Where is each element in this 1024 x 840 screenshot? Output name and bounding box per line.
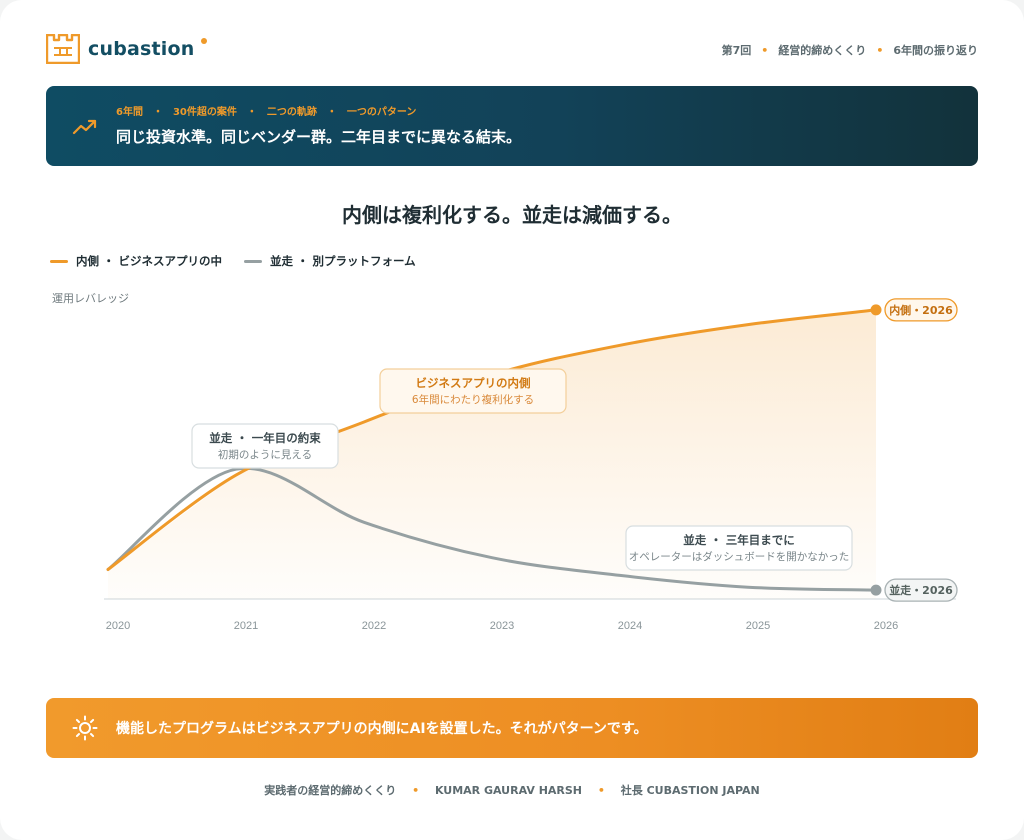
sun-icon xyxy=(72,715,98,741)
footer-separator: • xyxy=(597,784,605,797)
series-end-label-1: 並走・2026 xyxy=(889,583,953,597)
takeaway-callout: 機能したプログラムはビジネスアプリの内側にAIを設置した。それがパターンです。 xyxy=(46,698,978,758)
series-end-label-0: 内側・2026 xyxy=(889,303,953,317)
x-tick-label: 2025 xyxy=(746,620,770,632)
footer-separator: • xyxy=(412,784,420,797)
slide-card: cubastion 第7回 • 経営的締めくくり • 6年間の振り返り 6年間 … xyxy=(0,0,1024,840)
footer-role: 社長 CUBASTION JAPAN xyxy=(620,784,760,797)
annotation-title: 並走 ・ 三年目までに xyxy=(683,533,795,547)
annotation-title: ビジネスアプリの内側 xyxy=(416,376,531,390)
x-tick-label: 2023 xyxy=(490,620,514,632)
series-end-marker-1 xyxy=(870,584,882,596)
annotation-subtitle: 初期のように見える xyxy=(218,448,312,461)
x-tick-label: 2024 xyxy=(618,620,642,632)
x-tick-label: 2020 xyxy=(106,620,130,632)
footer-byline: 実践者の経営的締めくくり • KUMAR GAURAV HARSH • 社長 C… xyxy=(0,782,1024,798)
x-tick-label: 2021 xyxy=(234,620,258,632)
x-tick-label: 2022 xyxy=(362,620,386,632)
annotation-title: 並走 ・ 一年目の約束 xyxy=(209,431,321,445)
footer-author: KUMAR GAURAV HARSH xyxy=(434,784,583,797)
footer-series: 実践者の経営的締めくくり xyxy=(264,784,397,797)
x-tick-label: 2026 xyxy=(874,620,898,632)
annotation-subtitle: オペレーターはダッシュボードを開かなかった xyxy=(629,550,850,563)
callout-text: 機能したプログラムはビジネスアプリの内側にAIを設置した。それがパターンです。 xyxy=(116,721,648,737)
annotation-subtitle: 6年間にわたり複利化する xyxy=(412,393,534,406)
series-end-marker-0 xyxy=(870,304,882,316)
